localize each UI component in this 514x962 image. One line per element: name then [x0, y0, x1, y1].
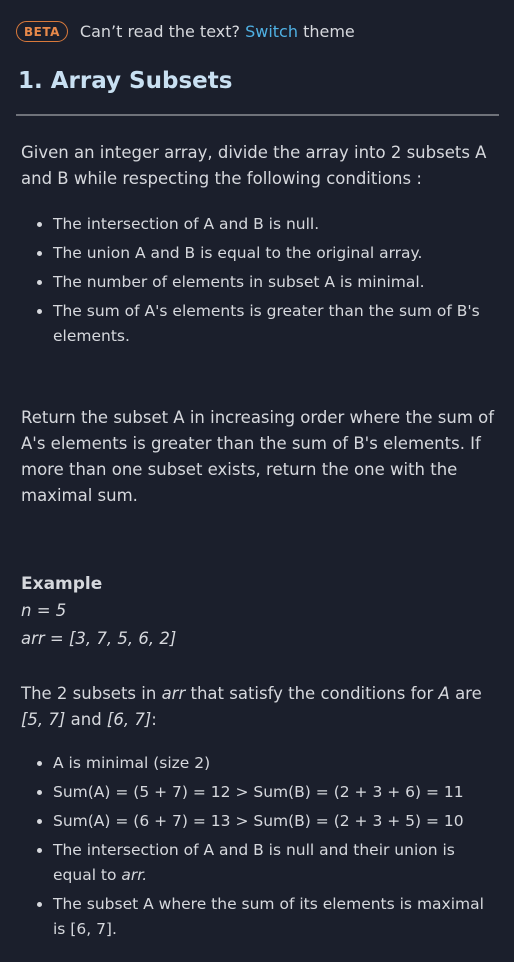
- return-description: Return the subset A in increasing order …: [21, 408, 495, 505]
- subsets-text: :: [151, 710, 157, 729]
- list-item: Sum(A) = (5 + 7) = 12 > Sum(B) = (2 + 3 …: [21, 780, 499, 805]
- example-subsets: The 2 subsets in arr that satisfy the co…: [21, 681, 499, 733]
- subsets-text: are: [449, 684, 482, 703]
- list-item: The subset A where the sum of its elemen…: [21, 892, 499, 942]
- list-item: The sum of A's elements is greater than …: [21, 299, 499, 349]
- problem-intro: Given an integer array, divide the array…: [21, 143, 487, 188]
- arr-ref: arr: [161, 684, 186, 703]
- subsets-text: that satisfy the conditions for: [185, 684, 439, 703]
- example-n: n = 5: [21, 601, 67, 620]
- list-item: The intersection of A and B is null.: [21, 212, 499, 237]
- example-heading: Example: [21, 574, 103, 594]
- list-item: A is minimal (size 2): [21, 751, 499, 776]
- theme-notice: Can’t read the text? Switch theme: [80, 22, 355, 41]
- explanation-list: A is minimal (size 2) Sum(A) = (5 + 7) =…: [21, 751, 499, 942]
- example-arr: arr = [3, 7, 5, 6, 2]: [21, 629, 177, 648]
- arr-ref: arr.: [121, 866, 148, 884]
- subsets-text: The 2 subsets in: [21, 684, 162, 703]
- notice-suffix: theme: [303, 21, 355, 41]
- list-item: Sum(A) = (6 + 7) = 13 > Sum(B) = (2 + 3 …: [21, 809, 499, 834]
- subsets-text: and: [65, 710, 107, 729]
- a-ref: A: [438, 684, 450, 703]
- subset-1: [5, 7]: [21, 710, 66, 729]
- top-bar: BETA Can’t read the text? Switch theme: [16, 18, 355, 44]
- problem-statement: Given an integer array, divide the array…: [21, 140, 499, 946]
- title-divider: [16, 114, 499, 116]
- problem-title: 1. Array Subsets: [18, 68, 233, 94]
- subset-2: [6, 7]: [106, 710, 152, 729]
- list-item: The intersection of A and B is null and …: [21, 838, 499, 888]
- list-item: The number of elements in subset A is mi…: [21, 270, 499, 295]
- notice-text: Can’t read the text?: [79, 21, 240, 41]
- list-item: The union A and B is equal to the origin…: [21, 241, 499, 266]
- beta-badge: BETA: [16, 20, 68, 42]
- point-text: The intersection of A and B is null and …: [53, 841, 455, 884]
- conditions-list: The intersection of A and B is null. The…: [21, 212, 499, 349]
- switch-theme-link[interactable]: Switch: [245, 22, 298, 41]
